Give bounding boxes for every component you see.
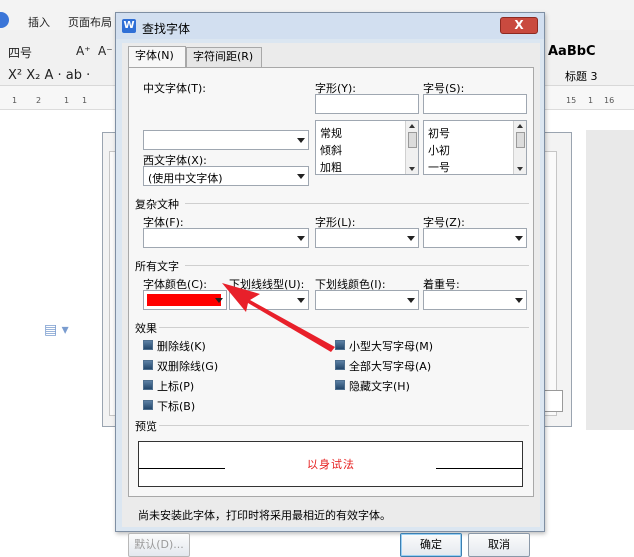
complex-script-group: 复杂文种 <box>135 198 179 211</box>
scrollbar[interactable] <box>405 121 418 174</box>
scroll-thumb[interactable] <box>408 132 417 148</box>
all-caps-label[interactable]: 全部大写字母(A) <box>349 358 431 374</box>
style-input[interactable] <box>315 94 419 114</box>
list-item[interactable]: 一号 <box>428 159 450 175</box>
style-preview[interactable]: AaBbC <box>548 44 596 59</box>
style-name: 标题 3 <box>565 70 598 83</box>
all-caps-checkbox[interactable] <box>335 360 345 370</box>
chevron-down-icon <box>297 236 305 241</box>
divider <box>159 327 529 328</box>
double-strikethrough-label[interactable]: 双删除线(G) <box>157 358 218 374</box>
shrink-font-button[interactable]: A⁻ <box>98 44 113 58</box>
emphasis-combo[interactable] <box>423 290 527 310</box>
chevron-down-icon <box>297 138 305 143</box>
cjk-font-combo[interactable] <box>143 130 309 150</box>
small-caps-checkbox[interactable] <box>335 340 345 350</box>
menu-insert[interactable]: 插入 <box>28 14 50 30</box>
ruler-tick: 1 <box>588 96 594 105</box>
ruler-tick: 1 <box>12 96 18 105</box>
scroll-down-icon[interactable] <box>409 167 415 171</box>
subscript-checkbox[interactable] <box>143 400 153 410</box>
all-text-group: 所有文字 <box>135 260 179 273</box>
font-color-swatch <box>147 294 221 306</box>
find-font-dialog: W 查找字体 X 字体(N) 字符间距(R) 中文字体(T): 字形(Y): 常… <box>115 12 545 557</box>
font-color-combo[interactable] <box>143 290 227 310</box>
scroll-down-icon[interactable] <box>517 167 523 171</box>
scroll-up-icon[interactable] <box>409 124 415 128</box>
hidden-text-label[interactable]: 隐藏文字(H) <box>349 378 410 394</box>
chevron-down-icon <box>215 298 223 303</box>
underline-type-combo[interactable] <box>229 290 309 310</box>
preview-box: 以身试法 <box>138 441 523 487</box>
western-font-value: (使用中文字体) <box>148 172 223 185</box>
scroll-up-icon[interactable] <box>517 124 523 128</box>
ruler-tick: 2 <box>36 96 42 105</box>
preview-line <box>139 468 225 469</box>
side-panel <box>586 130 634 430</box>
menu-page-layout[interactable]: 页面布局 <box>68 14 112 30</box>
tab-font[interactable]: 字体(N) <box>128 46 186 68</box>
dialog-title: 查找字体 <box>142 22 191 36</box>
complex-font-combo[interactable] <box>143 228 309 248</box>
list-item[interactable]: 倾斜 <box>320 142 342 158</box>
grow-font-button[interactable]: A⁺ <box>76 44 91 58</box>
behind-button <box>543 390 563 412</box>
western-font-combo[interactable]: (使用中文字体) <box>143 166 309 186</box>
ruler-tick: 16 <box>604 96 615 105</box>
small-caps-label[interactable]: 小型大写字母(M) <box>349 338 433 354</box>
underline-color-combo[interactable] <box>315 290 419 310</box>
preview-line <box>436 468 522 469</box>
list-item[interactable]: 常规 <box>320 125 342 141</box>
superscript-icon[interactable]: X² X₂ A · ab · <box>8 68 90 83</box>
wps-writer-icon: W <box>122 19 136 33</box>
font-size-combo[interactable]: 四号 <box>8 44 32 61</box>
chevron-down-icon <box>407 298 415 303</box>
complex-size-combo[interactable] <box>423 228 527 248</box>
ruler-tick: 1 <box>64 96 70 105</box>
list-item[interactable]: 初号 <box>428 125 450 141</box>
chevron-down-icon <box>407 236 415 241</box>
chevron-down-icon <box>515 236 523 241</box>
close-button[interactable]: X <box>500 17 538 34</box>
double-strikethrough-checkbox[interactable] <box>143 360 153 370</box>
effects-group: 效果 <box>135 322 157 335</box>
scroll-thumb[interactable] <box>516 132 525 148</box>
size-listbox[interactable]: 初号 小初 一号 <box>423 120 527 175</box>
font-note: 尚未安装此字体，打印时将采用最相近的有效字体。 <box>138 509 391 522</box>
cjk-font-label: 中文字体(T): <box>143 82 207 95</box>
app-logo-icon <box>0 12 9 28</box>
size-input[interactable] <box>423 94 527 114</box>
ruler-tick: 15 <box>566 96 577 105</box>
chevron-down-icon <box>297 298 305 303</box>
preview-text: 以身试法 <box>307 458 355 471</box>
list-item[interactable]: 小初 <box>428 142 450 158</box>
scrollbar[interactable] <box>513 121 526 174</box>
divider <box>185 203 529 204</box>
divider <box>185 265 529 266</box>
strikethrough-checkbox[interactable] <box>143 340 153 350</box>
superscript-label[interactable]: 上标(P) <box>157 378 194 394</box>
tab-char-spacing[interactable]: 字符间距(R) <box>186 47 262 67</box>
style-listbox[interactable]: 常规 倾斜 加粗 <box>315 120 419 175</box>
superscript-checkbox[interactable] <box>143 380 153 390</box>
subscript-label[interactable]: 下标(B) <box>157 398 195 414</box>
list-item[interactable]: 加粗 <box>320 159 342 175</box>
ruler-tick: 1 <box>82 96 88 105</box>
font-tab-panel: 中文字体(T): 字形(Y): 常规 倾斜 加粗 字号(S): 初号 小初 一号… <box>128 67 534 497</box>
hidden-text-checkbox[interactable] <box>335 380 345 390</box>
strikethrough-label[interactable]: 删除线(K) <box>157 338 206 354</box>
dialog-titlebar[interactable]: W 查找字体 X <box>116 13 544 39</box>
divider <box>159 425 529 426</box>
complex-style-combo[interactable] <box>315 228 419 248</box>
document-icon: ▤ ▾ <box>44 322 69 338</box>
chevron-down-icon <box>515 298 523 303</box>
preview-group: 预览 <box>135 420 157 433</box>
chevron-down-icon <box>297 174 305 179</box>
dialog-client: 字体(N) 字符间距(R) 中文字体(T): 字形(Y): 常规 倾斜 加粗 字… <box>122 43 540 557</box>
